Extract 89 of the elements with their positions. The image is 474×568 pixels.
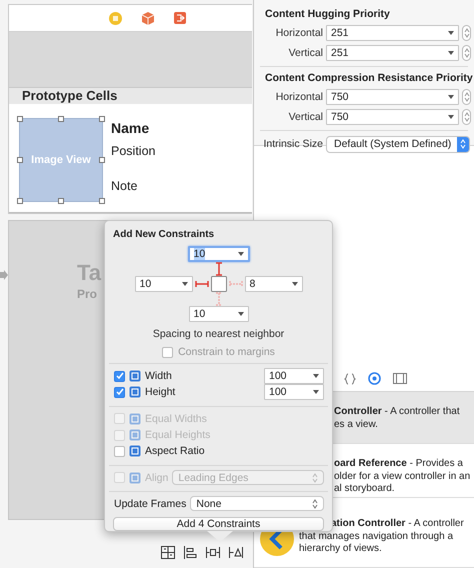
resize-handle[interactable] — [58, 116, 64, 122]
item-description: es a view. — [334, 418, 379, 431]
constraint-icon — [129, 412, 141, 425]
stepper-arrows-icon — [464, 92, 470, 102]
stepper-arrows-icon — [312, 498, 318, 509]
stack-icon[interactable] — [161, 546, 175, 559]
stepper-arrows-icon — [464, 112, 470, 122]
spacing-field[interactable]: 10 — [188, 246, 250, 262]
spacing-strut[interactable] — [214, 262, 224, 276]
stepper[interactable] — [462, 45, 471, 61]
media-library-icon[interactable] — [393, 373, 407, 384]
priority-field[interactable]: 750 — [326, 89, 459, 105]
dropdown-caret-icon — [292, 282, 298, 286]
dropdown-caret-icon — [238, 312, 244, 316]
constraint-icon — [129, 370, 141, 382]
spacing-field[interactable]: 10 — [134, 276, 192, 292]
align-icon[interactable] — [184, 546, 197, 559]
stepper-arrows-icon — [312, 472, 318, 483]
priority-field[interactable]: 251 — [326, 25, 459, 41]
item-description: al storyboard. — [334, 483, 396, 496]
constraint-icon — [129, 386, 141, 398]
field-label: Intrinsic Size — [262, 138, 323, 150]
add-constraints-button[interactable]: Add 4 Constraints — [113, 517, 324, 532]
cell-note-label: Note — [111, 179, 138, 195]
resize-handle[interactable] — [17, 157, 23, 163]
resize-handle[interactable] — [58, 198, 64, 204]
item-description: Controller - A controller that — [334, 406, 460, 418]
dropdown-caret-icon — [448, 31, 454, 35]
resolve-icon[interactable] — [229, 546, 243, 559]
section-title: Content Hugging Priority — [264, 7, 391, 22]
item-description: older for a view controller in an — [334, 470, 470, 483]
resize-handle[interactable] — [99, 116, 105, 122]
spacing-strut[interactable] — [194, 279, 208, 289]
section-title: Content Compression Resistance Priority — [264, 71, 474, 86]
option-label: Aspect Ratio — [145, 445, 205, 458]
item-description: oard Reference - Provides a — [334, 458, 464, 470]
resize-handle[interactable] — [99, 198, 105, 204]
update-frames-select[interactable]: None — [190, 496, 324, 512]
field-label: Vertical — [288, 47, 323, 59]
popover-title: Add New Constraints — [113, 229, 216, 240]
spacing-caption: Spacing to nearest neighbor — [152, 328, 286, 340]
resize-handle[interactable] — [17, 116, 23, 122]
dropdown-caret-icon — [448, 51, 454, 55]
checkbox[interactable] — [114, 386, 125, 398]
pin-icon[interactable] — [206, 546, 220, 559]
resize-handle[interactable] — [99, 157, 105, 163]
priority-field[interactable]: 750 — [326, 109, 459, 125]
dropdown-caret-icon — [448, 115, 454, 119]
size-field[interactable]: 100 — [264, 384, 324, 400]
field-label: Vertical — [288, 111, 323, 123]
intrinsic-size-select[interactable]: Default (System Defined) — [326, 136, 470, 152]
spacing-field[interactable]: 8 — [244, 276, 302, 292]
entry-arrow-icon — [0, 270, 8, 280]
code-braces-icon[interactable] — [344, 372, 356, 384]
checkbox[interactable] — [114, 446, 125, 457]
section-header: Prototype Cells — [9, 88, 252, 104]
stepper[interactable] — [462, 109, 471, 125]
constraint-icon — [129, 445, 141, 458]
stepper-arrows-icon — [464, 48, 470, 58]
dropdown-caret-icon — [182, 282, 188, 286]
item-description: that manages navigation through a — [299, 530, 454, 543]
stepper-arrows-icon — [460, 139, 466, 149]
constraint-icon — [129, 429, 141, 442]
option-label: Width — [145, 370, 172, 382]
priority-field[interactable]: 251 — [326, 45, 459, 61]
dropdown-caret-icon — [313, 374, 319, 378]
stepper-arrows-icon — [464, 28, 470, 38]
option-label: Height — [145, 386, 176, 398]
size-field[interactable]: 100 — [264, 368, 324, 384]
object-library-icon[interactable] — [368, 372, 381, 385]
cell-subtitle-label: Position — [111, 144, 156, 160]
cube-icon[interactable] — [142, 12, 154, 24]
constraint-icon — [129, 472, 141, 484]
view-square-icon — [210, 276, 226, 292]
stepper[interactable] — [462, 89, 471, 105]
spacing-field[interactable]: 10 — [188, 306, 248, 322]
dropdown-caret-icon — [238, 252, 244, 256]
stepper[interactable] — [462, 25, 471, 41]
field-label: Horizontal — [274, 91, 323, 103]
dropdown-caret-icon — [448, 95, 454, 99]
scene-subtitle: Pro — [77, 287, 98, 301]
resize-handle[interactable] — [17, 198, 23, 204]
exit-icon[interactable] — [174, 12, 186, 24]
field-label: Horizontal — [274, 27, 323, 39]
checkbox[interactable] — [114, 370, 125, 382]
dropdown-caret-icon — [313, 390, 319, 394]
option-label: Update Frames — [114, 498, 186, 510]
item-description: hierarchy of views. — [299, 543, 383, 556]
cell-title-label: Name — [111, 120, 150, 138]
